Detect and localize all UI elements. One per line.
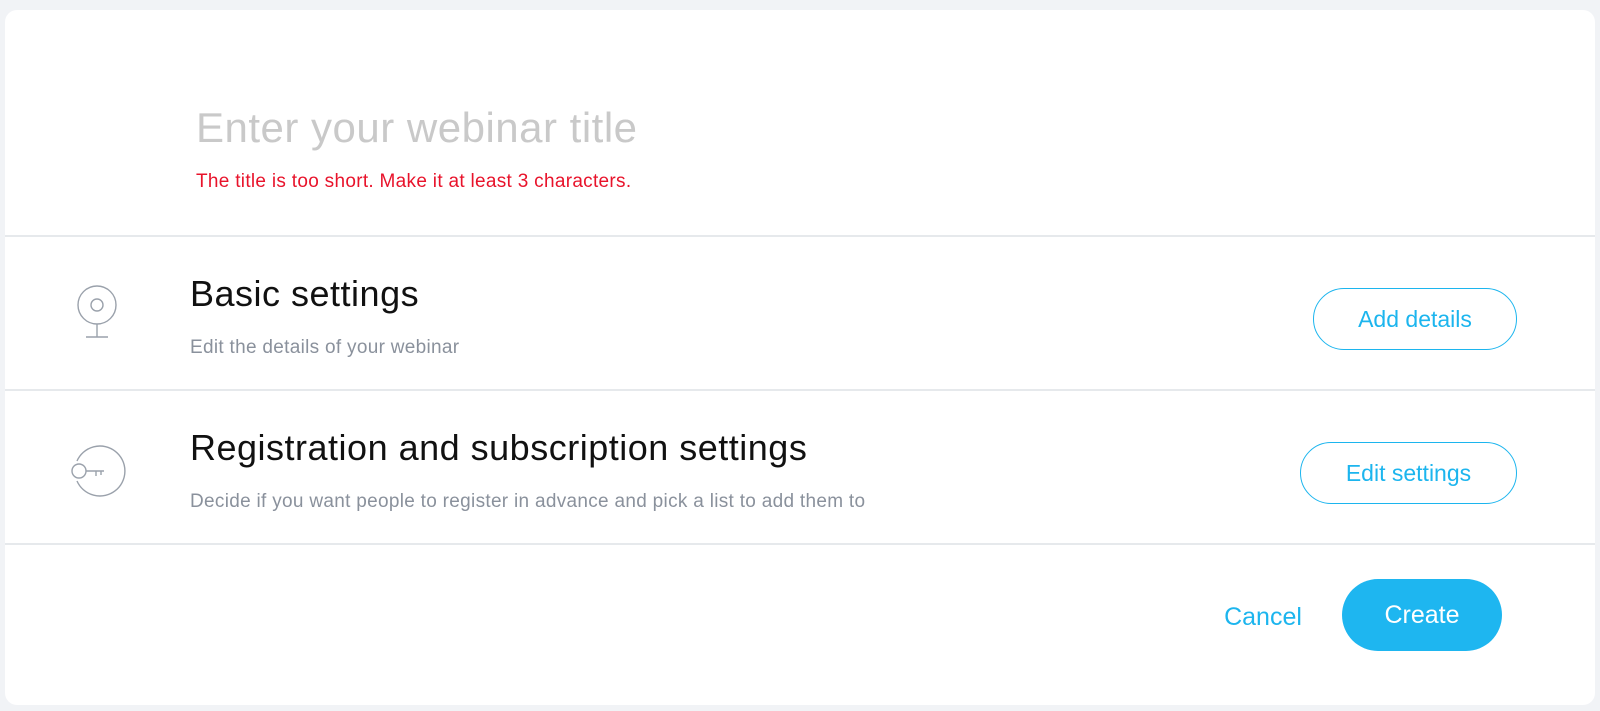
cancel-button[interactable]: Cancel [1205, 581, 1321, 653]
title-section: The title is too short. Make it at least… [5, 10, 1595, 237]
basic-settings-description: Edit the details of your webinar [190, 337, 460, 358]
create-webinar-card: The title is too short. Make it at least… [5, 10, 1595, 705]
edit-settings-button[interactable]: Edit settings [1300, 442, 1517, 504]
basic-settings-heading: Basic settings [190, 273, 420, 314]
webcam-icon [65, 285, 129, 349]
title-error-message: The title is too short. Make it at least… [196, 171, 632, 192]
registration-settings-description: Decide if you want people to register in… [190, 491, 866, 512]
key-icon [65, 439, 129, 503]
add-details-button[interactable]: Add details [1313, 288, 1517, 350]
registration-settings-row: Registration and subscription settings D… [5, 391, 1595, 545]
basic-settings-row: Basic settings Edit the details of your … [5, 237, 1595, 391]
webinar-title-input[interactable] [196, 100, 1096, 156]
registration-settings-heading: Registration and subscription settings [190, 427, 808, 468]
create-button[interactable]: Create [1342, 579, 1502, 651]
